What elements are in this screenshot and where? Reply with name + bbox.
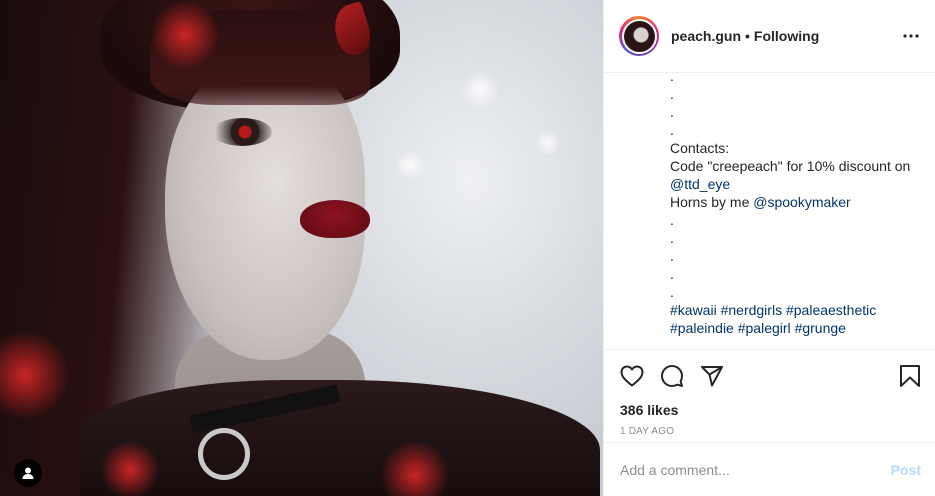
hashtag-link[interactable]: #grunge (795, 320, 846, 336)
caption-dot: . (670, 86, 674, 102)
post-actions (604, 349, 935, 401)
avatar[interactable] (619, 16, 659, 56)
hashtag-link[interactable]: #nerdgirls (721, 302, 782, 318)
hashtag-link[interactable]: #paleaesthetic (786, 302, 876, 318)
caption-code-line: Code "creepeach" for 10% discount on (670, 158, 911, 174)
post-caption: . . . . Contacts: Code "creepeach" for 1… (604, 73, 935, 349)
bookmark-icon (900, 364, 920, 387)
comment-bar: Post (604, 442, 935, 496)
hashtag-link[interactable]: #kawaii (670, 302, 717, 318)
save-button[interactable] (899, 364, 921, 388)
likes-count[interactable]: 386 likes (604, 401, 935, 419)
comment-icon (661, 364, 683, 387)
post-comment-button[interactable]: Post (891, 462, 921, 478)
caption-dot: . (670, 212, 674, 228)
profile-avatar-image (623, 20, 655, 52)
caption-horns-line: Horns by me @spookymaker (670, 194, 851, 210)
more-options-button[interactable] (903, 34, 919, 38)
mention-ttd-eye[interactable]: @ttd_eye (670, 176, 730, 192)
share-icon (701, 365, 723, 386)
caption-contacts: Contacts: (670, 140, 730, 156)
heart-icon (620, 365, 644, 386)
caption-hashtags-2: #paleindie #palegirl #grunge (670, 319, 935, 337)
hashtag-link[interactable]: #paleindie (670, 320, 734, 336)
more-horizontal-icon (903, 34, 919, 38)
username-link[interactable]: peach.gun (671, 28, 741, 44)
caption-dot: . (670, 104, 674, 120)
caption-dot: . (670, 284, 674, 300)
post-header: peach.gun • Following (604, 0, 935, 73)
like-button[interactable] (620, 365, 644, 387)
caption-dot: . (670, 266, 674, 282)
post-side-panel: peach.gun • Following . . . . Contacts: … (603, 0, 935, 496)
share-button[interactable] (700, 364, 724, 388)
user-icon (22, 467, 34, 479)
following-button[interactable]: Following (754, 28, 819, 44)
instagram-post: peach.gun • Following . . . . Contacts: … (0, 0, 935, 496)
mention-spookymaker[interactable]: @spookymaker (753, 194, 850, 210)
tagged-people-button[interactable] (14, 459, 42, 487)
comment-input[interactable] (620, 461, 891, 478)
header-separator: • (745, 28, 750, 44)
post-timestamp: 1 DAY AGO (620, 426, 675, 437)
caption-dot: . (670, 248, 674, 264)
post-photo[interactable] (0, 0, 603, 496)
comment-button[interactable] (660, 364, 684, 388)
caption-dot: . (670, 230, 674, 246)
hashtag-link[interactable]: #palegirl (738, 320, 791, 336)
caption-ttd-line: @ttd_eye (670, 175, 935, 193)
caption-dot: . (670, 73, 674, 84)
caption-hashtags-1: #kawaii #nerdgirls #paleaesthetic (670, 301, 935, 319)
caption-dot: . (670, 122, 674, 138)
